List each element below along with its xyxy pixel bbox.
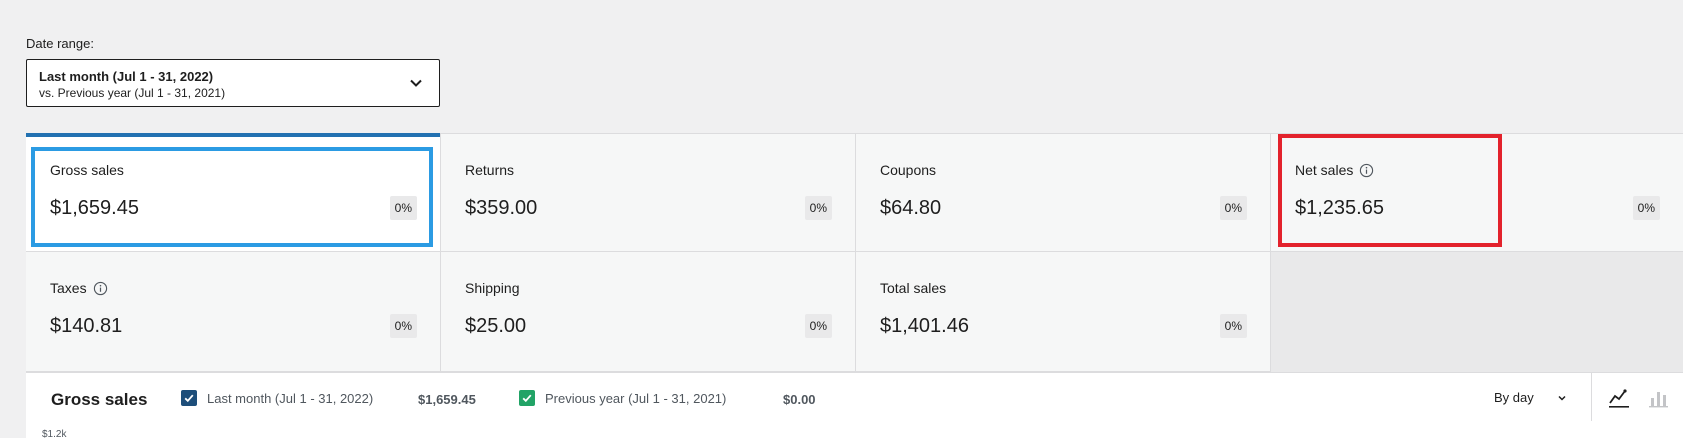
tile-delta-badge: 0% [389,314,417,338]
legend-label: Previous year (Jul 1 - 31, 2021) [545,390,727,406]
date-range-primary: Last month (Jul 1 - 31, 2022) [39,69,214,84]
highlight-box-net-sales [1278,134,1502,247]
tile-label: Coupons [880,162,937,178]
legend-item-current[interactable]: Last month (Jul 1 - 31, 2022) [181,390,373,406]
date-range-label: Date range: [26,36,94,51]
bar-chart-icon[interactable] [1647,387,1669,409]
chart-title: Gross sales [51,390,148,409]
checkbox-checked-icon[interactable] [181,390,197,406]
tile-label: Shipping [465,280,520,296]
tile-shipping[interactable]: Shipping $25.00 0% [441,252,856,372]
tile-delta-badge: 0% [804,196,832,220]
info-icon[interactable] [93,281,108,296]
tile-taxes[interactable]: Taxes $140.81 0% [26,252,441,372]
tile-value: $64.80 [880,197,942,219]
tile-returns[interactable]: Returns $359.00 0% [441,134,856,252]
tile-delta-badge: 0% [1632,196,1660,220]
legend-total-current: $1,659.45 [418,392,476,407]
chart-header: Gross sales Last month (Jul 1 - 31, 2022… [26,372,1683,438]
highlight-box-gross-sales [31,147,433,247]
legend-total-previous: $0.00 [783,392,816,407]
chevron-down-icon [410,79,422,87]
y-axis-tick-label: $1.2k [42,429,67,438]
tile-delta-badge: 0% [1219,196,1247,220]
tile-value: $140.81 [50,315,123,337]
tile-total-sales[interactable]: Total sales $1,401.46 0% [856,252,1271,372]
tile-value: $25.00 [465,315,527,337]
tile-label: Taxes [50,280,108,296]
tile-label: Returns [465,162,515,178]
legend-item-previous[interactable]: Previous year (Jul 1 - 31, 2021) [519,390,726,406]
interval-label: By day [1494,390,1534,405]
tile-value: $1,401.46 [880,315,969,337]
tile-delta-badge: 0% [804,314,832,338]
date-range-selector[interactable]: Last month (Jul 1 - 31, 2022) vs. Previo… [26,59,440,107]
tile-coupons[interactable]: Coupons $64.80 0% [856,134,1271,252]
interval-select[interactable]: By day [1494,390,1568,405]
line-chart-icon[interactable] [1608,387,1630,409]
date-range-comparison: vs. Previous year (Jul 1 - 31, 2021) [39,86,226,100]
legend-label: Last month (Jul 1 - 31, 2022) [207,390,374,406]
divider [1591,373,1592,421]
analytics-revenue-page: Date range: Last month (Jul 1 - 31, 2022… [0,0,1683,438]
tile-label: Total sales [880,280,947,296]
checkbox-checked-icon[interactable] [519,390,535,406]
chevron-down-icon [1558,395,1566,401]
tile-value: $359.00 [465,197,538,219]
tile-delta-badge: 0% [1219,314,1247,338]
